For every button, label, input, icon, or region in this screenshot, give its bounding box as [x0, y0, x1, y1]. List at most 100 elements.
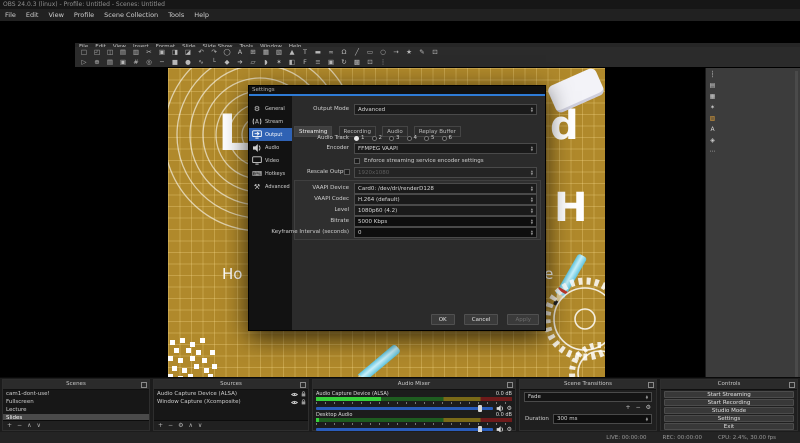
- sources-dock-header[interactable]: Sources: [154, 380, 308, 390]
- scene-item[interactable]: Fullscreen: [3, 398, 149, 406]
- scene-down-button[interactable]: ∨: [36, 422, 40, 429]
- arrow-icon[interactable]: →: [391, 48, 401, 57]
- properties-icon[interactable]: ▤: [710, 82, 716, 89]
- master-slide-icon[interactable]: ▣: [118, 58, 128, 67]
- block-arrows-icon[interactable]: ➔: [235, 58, 245, 67]
- redo-icon[interactable]: ↷: [209, 48, 219, 57]
- menu-scene-collection[interactable]: Scene Collection: [104, 11, 158, 19]
- encoder-select[interactable]: FFMPEG VAAPI ▲▼: [354, 143, 537, 154]
- dock-menu-icon[interactable]: [507, 382, 513, 388]
- speaker-icon[interactable]: [496, 405, 504, 412]
- crop-image-icon[interactable]: ⊡: [365, 58, 375, 67]
- insert-chart-icon[interactable]: ▲: [287, 48, 297, 57]
- transitions-dock-header[interactable]: Scene Transitions: [520, 380, 656, 390]
- lock-icon[interactable]: [301, 391, 306, 397]
- visibility-eye-icon[interactable]: [291, 392, 298, 397]
- scene-up-button[interactable]: ∧: [27, 422, 31, 429]
- add-transition-button[interactable]: +: [626, 404, 631, 411]
- draw-icon[interactable]: ✎: [417, 48, 427, 57]
- sidebar-handle[interactable]: ┆: [711, 71, 715, 78]
- dock-menu-icon[interactable]: [141, 382, 147, 388]
- add-source-button[interactable]: +: [158, 422, 163, 429]
- styles-icon[interactable]: A: [710, 126, 714, 133]
- menu-profile[interactable]: Profile: [74, 11, 94, 19]
- source-up-button[interactable]: ∧: [188, 422, 192, 429]
- views-icon[interactable]: ▤: [105, 58, 115, 67]
- spelling-icon[interactable]: A: [235, 48, 245, 57]
- transition-select[interactable]: Fade ▲▼: [524, 392, 652, 402]
- ok-button[interactable]: OK: [431, 314, 455, 325]
- add-scene-button[interactable]: +: [7, 422, 12, 429]
- menu-edit[interactable]: Edit: [26, 11, 39, 19]
- dock-menu-icon[interactable]: [789, 382, 795, 388]
- find-replace-icon[interactable]: ◯: [222, 48, 232, 57]
- cut-icon[interactable]: ✂: [144, 48, 154, 57]
- duration-input[interactable]: 300 ms ▲▼: [553, 414, 652, 424]
- fontwork-icon[interactable]: F: [300, 58, 310, 67]
- save-icon[interactable]: ◫: [105, 48, 115, 57]
- channel-settings-gear-icon[interactable]: ⚙: [507, 405, 512, 412]
- stars-icon[interactable]: ✶: [274, 58, 284, 67]
- sidebar-item-audio[interactable]: Audio: [249, 141, 292, 154]
- callout-icon[interactable]: ◗: [261, 58, 271, 67]
- audio-track-3-radio[interactable]: 3: [389, 135, 400, 141]
- audio-track-1-radio[interactable]: 1: [354, 135, 365, 141]
- sidebar-item-hotkeys[interactable]: ⌨ Hotkeys: [249, 167, 292, 180]
- arrange-icon[interactable]: ▣: [326, 58, 336, 67]
- crop-icon[interactable]: ⊡: [430, 48, 440, 57]
- cancel-button[interactable]: Cancel: [464, 314, 499, 325]
- sidebar-item-video[interactable]: Video: [249, 154, 292, 167]
- basic-shapes-icon[interactable]: ◆: [222, 58, 232, 67]
- export-pdf-icon[interactable]: ▤: [118, 48, 128, 57]
- filled-ellipse-icon[interactable]: ●: [183, 58, 193, 67]
- dock-menu-icon[interactable]: [300, 382, 306, 388]
- scene-item[interactable]: Lecture: [3, 406, 149, 414]
- start-recording-button[interactable]: Start Recording: [664, 399, 794, 406]
- exit-button[interactable]: Exit: [664, 423, 794, 430]
- vaapi-codec-select[interactable]: H.264 (default) ▲▼: [354, 194, 537, 205]
- line-icon[interactable]: ╱: [352, 48, 362, 57]
- volume-slider[interactable]: [316, 428, 493, 431]
- 3d-objects-icon[interactable]: ◧: [287, 58, 297, 67]
- snap-icon[interactable]: ◎: [144, 58, 154, 67]
- transition-properties-button[interactable]: ⚙: [646, 404, 651, 411]
- dock-menu-icon[interactable]: [648, 382, 654, 388]
- scenes-dock-header[interactable]: Scenes: [3, 380, 149, 390]
- copy-icon[interactable]: ▣: [157, 48, 167, 57]
- more-options-icon[interactable]: ⋯: [710, 148, 716, 155]
- remove-transition-button[interactable]: −: [636, 404, 641, 411]
- zoom-icon[interactable]: ⊕: [92, 58, 102, 67]
- sidebar-item-output[interactable]: Output: [249, 128, 292, 141]
- flowchart-icon[interactable]: ▱: [248, 58, 258, 67]
- source-item[interactable]: Window Capture (Xcomposite): [154, 398, 308, 406]
- audio-track-5-radio[interactable]: 5: [424, 135, 435, 141]
- animation-icon[interactable]: ✶: [710, 104, 715, 111]
- source-item[interactable]: Audio Capture Device (ALSA): [154, 390, 308, 398]
- scene-item[interactable]: cam1-dont-use!: [3, 390, 149, 398]
- mixer-dock-header[interactable]: Audio Mixer: [313, 380, 515, 390]
- volume-slider[interactable]: [316, 407, 493, 410]
- menu-file[interactable]: File: [5, 11, 16, 19]
- print-icon[interactable]: ▥: [131, 48, 141, 57]
- spinner-arrows-icon[interactable]: ▲▼: [646, 417, 648, 422]
- vaapi-device-select[interactable]: Card0: /dev/dri/renderD128 ▲▼: [354, 183, 537, 194]
- slider-handle[interactable]: [478, 405, 482, 412]
- special-character-icon[interactable]: Ω: [339, 48, 349, 57]
- keyframe-interval-input[interactable]: 0 ▲▼: [354, 227, 537, 238]
- undo-icon[interactable]: ↶: [196, 48, 206, 57]
- output-mode-select[interactable]: Advanced ▲▼: [354, 104, 537, 115]
- curve-icon[interactable]: ∿: [196, 58, 206, 67]
- sidebar-item-advanced[interactable]: ⚒ Advanced: [249, 180, 292, 193]
- filled-rect-icon[interactable]: ■: [170, 58, 180, 67]
- rescale-output-checkbox[interactable]: [344, 169, 350, 175]
- menu-tools[interactable]: Tools: [168, 11, 184, 19]
- sidebar-item-stream[interactable]: A Stream: [249, 115, 292, 128]
- navigator-icon[interactable]: ◈: [710, 137, 715, 144]
- hyperlink-icon[interactable]: ∞: [326, 48, 336, 57]
- table-icon[interactable]: ▦: [261, 48, 271, 57]
- star-icon[interactable]: ★: [404, 48, 414, 57]
- enforce-settings-checkbox[interactable]: [354, 158, 360, 164]
- menu-view[interactable]: View: [48, 11, 63, 19]
- studio-mode-button[interactable]: Studio Mode: [664, 407, 794, 414]
- text-box-icon[interactable]: T: [300, 48, 310, 57]
